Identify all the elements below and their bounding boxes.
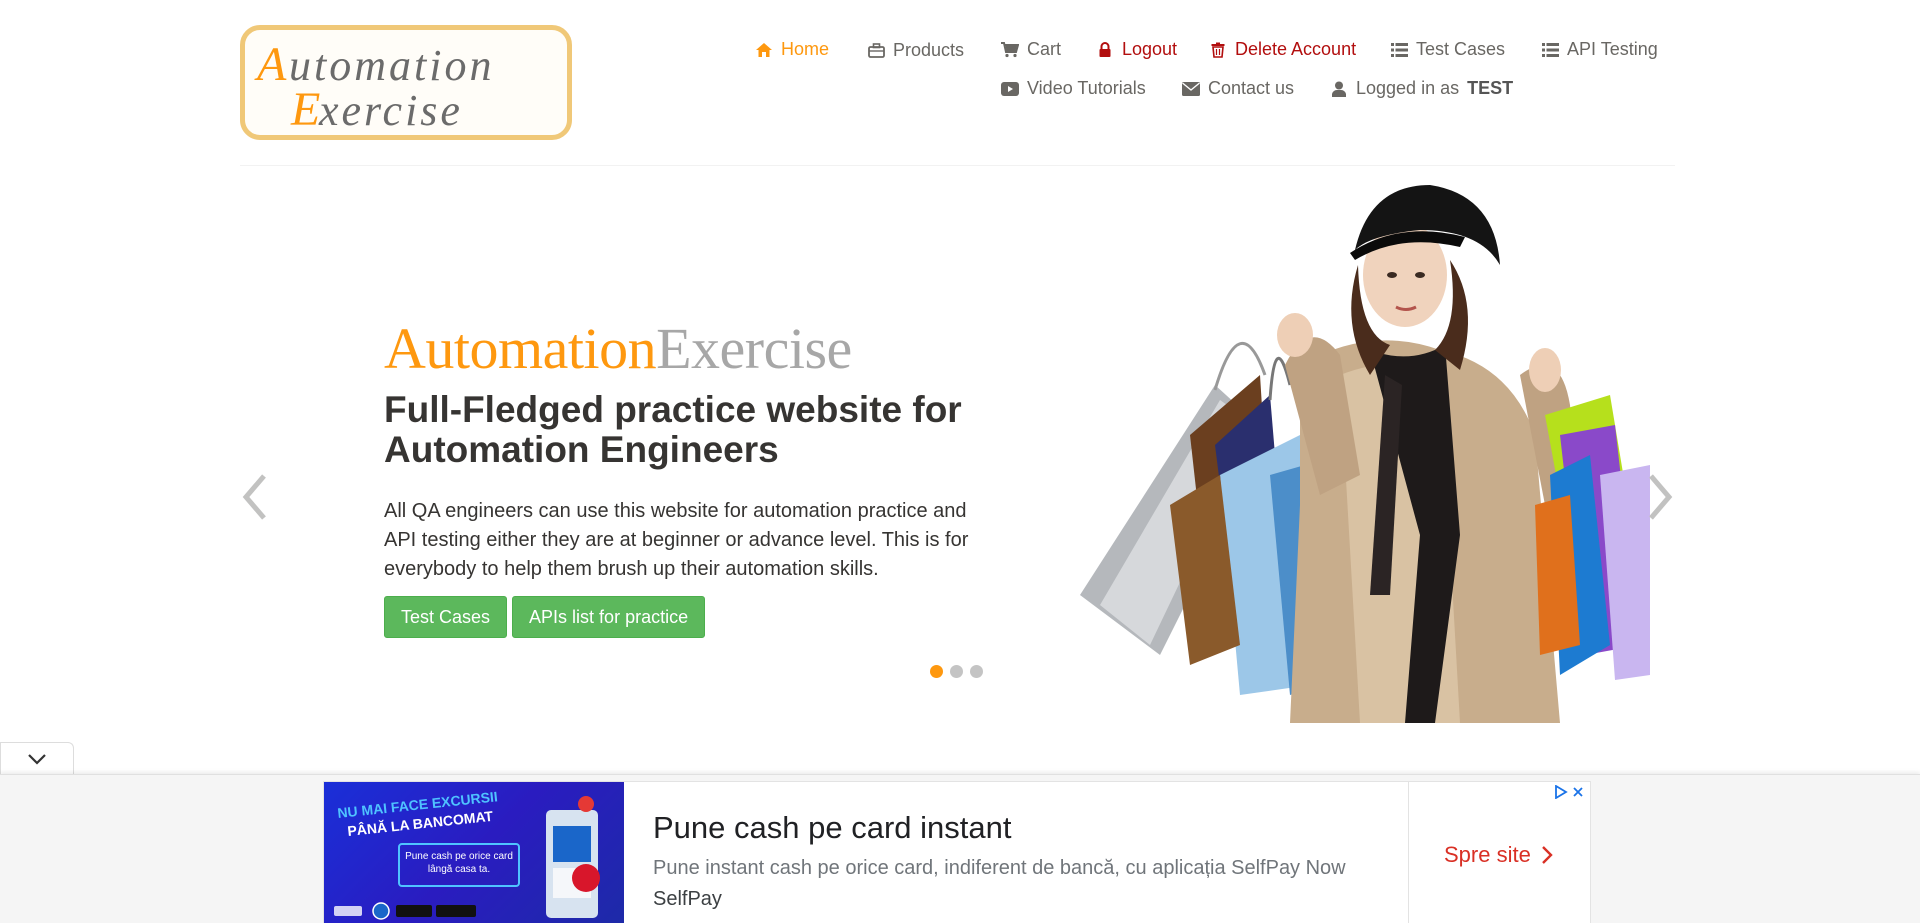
ad-choices[interactable] xyxy=(1554,785,1584,799)
ad-title[interactable]: Pune cash pe card instant xyxy=(653,810,1011,846)
slide-headline: Full-Fledged practice website for Automa… xyxy=(384,389,962,470)
ad-image[interactable]: NU MAI FACE EXCURSII PÂNĂ LA BANCOMAT Pu… xyxy=(324,782,624,923)
envelope-icon xyxy=(1182,80,1200,98)
chevron-right-icon xyxy=(1541,846,1553,864)
slide-description: All QA engineers can use this website fo… xyxy=(384,500,969,580)
user-icon xyxy=(1330,80,1348,98)
list-icon xyxy=(1541,41,1559,59)
briefcase-icon xyxy=(867,42,885,60)
home-icon xyxy=(755,41,773,59)
ad-illustration: NU MAI FACE EXCURSII PÂNĂ LA BANCOMAT Pu… xyxy=(334,788,600,920)
site-header: A utomation E xercise Home Products Cart xyxy=(0,0,1920,166)
nav-logout-label: Logout xyxy=(1122,39,1178,59)
nav-products-label: Products xyxy=(893,40,965,60)
chevron-down-icon xyxy=(28,753,46,765)
nav-cart[interactable]: Cart xyxy=(1001,39,1061,60)
nav-test-cases[interactable]: Test Cases xyxy=(1390,39,1505,60)
nav-home-label: Home xyxy=(781,39,830,59)
main-nav: Home Products Cart Logout Delete Account xyxy=(0,0,1920,120)
cart-icon xyxy=(1001,41,1019,59)
ad-card[interactable]: NU MAI FACE EXCURSII PÂNĂ LA BANCOMAT Pu… xyxy=(323,781,1591,923)
ad-divider xyxy=(1408,782,1409,923)
chevron-right-icon xyxy=(1649,474,1673,520)
chevron-left-icon xyxy=(242,474,266,520)
nav-logged-in: Logged in as TEST xyxy=(1330,78,1513,99)
slider-indicator-1[interactable] xyxy=(930,665,943,678)
test-cases-button[interactable]: Test Cases xyxy=(384,596,508,638)
hero-shopping-girl-image xyxy=(1080,185,1650,723)
nav-products[interactable]: Products xyxy=(867,40,964,61)
nav-home[interactable]: Home xyxy=(755,39,829,60)
ad-visit-site-button[interactable]: Spre site xyxy=(1444,842,1553,868)
slide-buttons: Test Cases APIs list for practice xyxy=(384,596,706,638)
slider-indicator-2[interactable] xyxy=(950,665,963,678)
slide-brand-part2: Exercise xyxy=(656,316,852,381)
slider-indicator-3[interactable] xyxy=(970,665,983,678)
slider-indicators xyxy=(930,665,983,678)
slide-brand-title: AutomationExercise xyxy=(384,315,852,382)
nav-cart-label: Cart xyxy=(1027,39,1062,59)
nav-test-cases-label: Test Cases xyxy=(1416,39,1506,59)
ad-description: Pune instant cash pe orice card, indifer… xyxy=(653,857,1346,879)
slider-next-arrow[interactable] xyxy=(1645,472,1675,522)
nav-delete-account[interactable]: Delete Account xyxy=(1209,39,1356,60)
youtube-icon xyxy=(1001,80,1019,98)
nav-contact-us-label: Contact us xyxy=(1208,78,1295,98)
nav-api-testing[interactable]: API Testing xyxy=(1541,39,1658,60)
ad-advertiser[interactable]: SelfPay xyxy=(653,888,722,911)
ad-cta-label: Spre site xyxy=(1444,842,1531,867)
ad-image-box: Pune cash pe orice card lângă casa ta. xyxy=(405,851,513,875)
nav-contact-us[interactable]: Contact us xyxy=(1182,78,1294,99)
nav-delete-account-label: Delete Account xyxy=(1235,39,1357,59)
header-divider xyxy=(240,165,1675,166)
slide-brand-part1: Automation xyxy=(384,316,657,381)
lock-icon xyxy=(1096,41,1114,59)
ad-collapse-toggle[interactable] xyxy=(0,742,74,774)
nav-api-testing-label: API Testing xyxy=(1567,39,1658,59)
apis-list-button[interactable]: APIs list for practice xyxy=(512,596,706,638)
anchor-ad-bar: NU MAI FACE EXCURSII PÂNĂ LA BANCOMAT Pu… xyxy=(0,774,1920,923)
list-icon xyxy=(1390,41,1408,59)
nav-logout[interactable]: Logout xyxy=(1096,39,1177,60)
logged-in-username: TEST xyxy=(1467,78,1514,98)
logged-in-prefix: Logged in as xyxy=(1356,78,1460,98)
close-icon[interactable] xyxy=(1572,786,1584,798)
nav-video-tutorials[interactable]: Video Tutorials xyxy=(1001,78,1146,99)
ad-choices-icon[interactable] xyxy=(1554,785,1568,799)
nav-video-tutorials-label: Video Tutorials xyxy=(1027,78,1146,98)
hero-slider: AutomationExercise Full-Fledged practice… xyxy=(240,175,1675,725)
trash-icon xyxy=(1209,41,1227,59)
slider-prev-arrow[interactable] xyxy=(240,472,270,522)
